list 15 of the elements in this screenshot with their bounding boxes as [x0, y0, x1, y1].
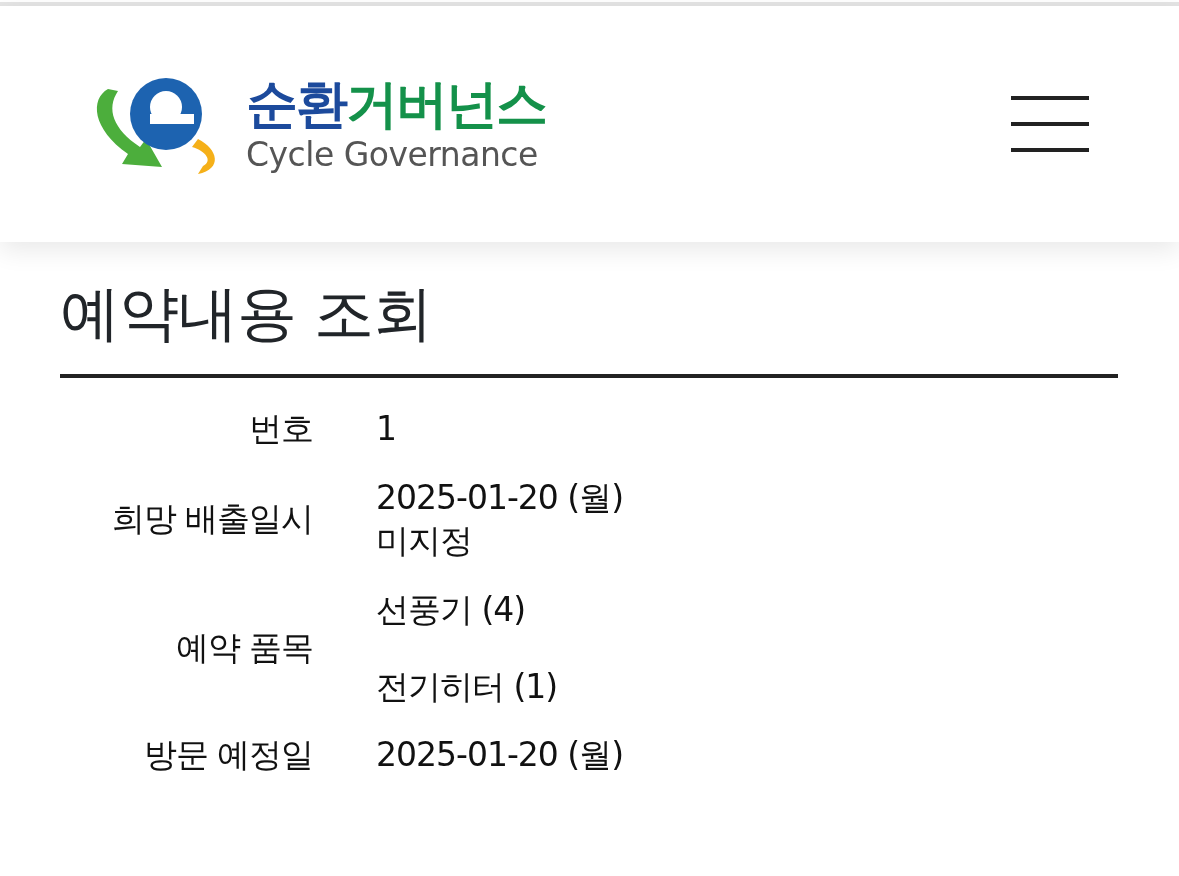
logo-text: 순환 — [246, 73, 346, 134]
field-value: 전기히터 (1) — [376, 665, 558, 708]
field-value: 선풍기 (4) — [376, 588, 526, 631]
logo-subtitle: Cycle Governance — [246, 137, 539, 171]
field-label: 희망 배출일시 — [111, 498, 313, 541]
field-value: 2025-01-20 (월) — [376, 476, 624, 519]
page-title: 예약내용 조회 — [60, 280, 434, 346]
field-value: 1 — [376, 408, 396, 450]
field-label: 방문 예정일 — [143, 735, 313, 775]
site-logo[interactable]: 순환거버넌스 Cycle Governance — [88, 69, 546, 179]
field-value: 미지정 — [376, 519, 472, 562]
field-label: 번호 — [249, 409, 313, 448]
logo-text: 거버넌스 — [346, 73, 546, 134]
field-value: 2025-01-20 (월) — [376, 734, 624, 777]
field-label: 예약 품목 — [175, 627, 313, 670]
